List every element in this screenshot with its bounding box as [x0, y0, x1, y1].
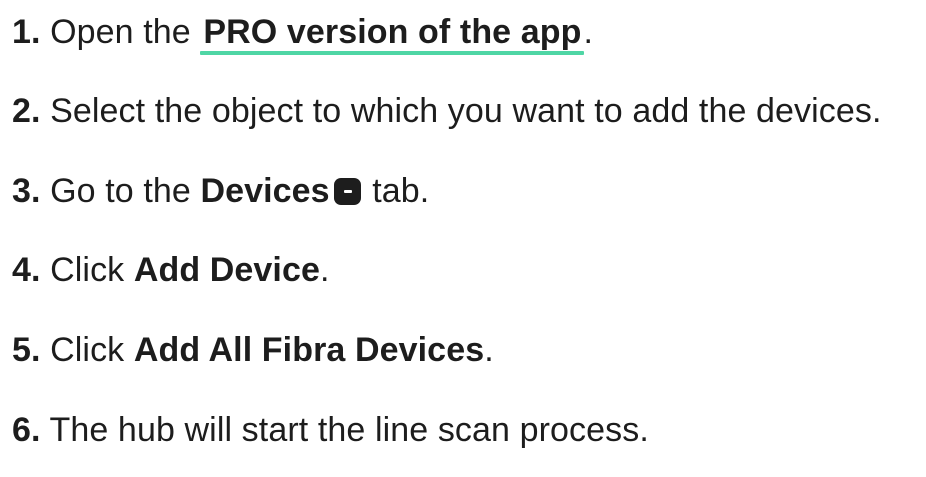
step-2: 2. Select the object to which you want t… — [12, 88, 882, 134]
step-text: Click — [50, 251, 125, 289]
step-text: Go to the — [50, 172, 191, 210]
step-text: The hub will start the line scan process… — [49, 411, 649, 449]
step-1: 1. Open the PRO version of the app. — [12, 9, 593, 55]
step-text: Open the — [50, 13, 191, 51]
step-text-end: . — [583, 13, 594, 51]
link-underline — [200, 51, 584, 55]
step-text-end: . — [320, 251, 330, 289]
step-number: 2. — [12, 92, 41, 130]
step-number: 6. — [12, 411, 41, 449]
step-text: Click — [50, 331, 125, 369]
step-number: 4. — [12, 251, 41, 289]
devices-tab-icon — [333, 178, 361, 205]
step-text-end: . — [484, 331, 494, 369]
devices-label: Devices — [200, 172, 330, 210]
step-number: 5. — [12, 331, 41, 369]
add-device-label: Add Device — [133, 251, 321, 289]
step-3: 3. Go to the Devices tab. — [12, 168, 429, 214]
pro-app-link[interactable]: PRO version of the app — [200, 9, 584, 55]
step-text-end: tab. — [372, 172, 430, 210]
add-all-fibra-label: Add All Fibra Devices — [133, 331, 485, 369]
step-4: 4. Click Add Device. — [12, 247, 330, 293]
step-5: 5. Click Add All Fibra Devices. — [12, 327, 494, 373]
step-number: 3. — [12, 172, 41, 210]
step-number: 1. — [12, 13, 41, 51]
step-text: Select the object to which you want to a… — [50, 92, 882, 130]
step-6: 6. The hub will start the line scan proc… — [12, 407, 649, 453]
